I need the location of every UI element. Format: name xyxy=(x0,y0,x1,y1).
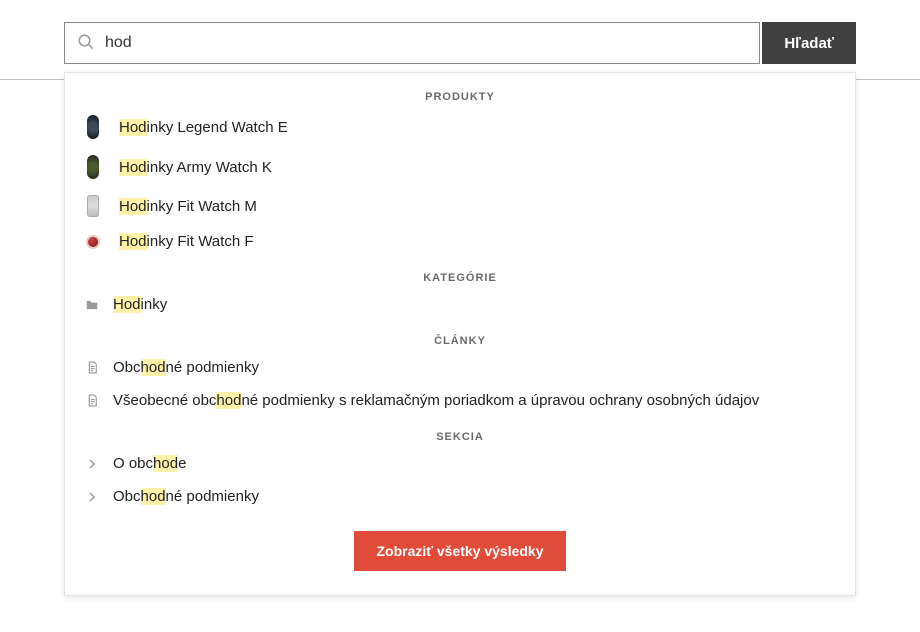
watch-icon xyxy=(81,115,105,139)
article-label: Všeobecné obchodné podmienky s reklamačn… xyxy=(113,392,759,409)
search-input[interactable] xyxy=(95,23,747,63)
product-label: Hodinky Legend Watch E xyxy=(119,119,288,136)
product-result[interactable]: Hodinky Legend Watch E xyxy=(81,107,839,147)
product-result[interactable]: Hodinky Fit Watch M xyxy=(81,187,839,225)
section-label: O obchode xyxy=(113,455,186,472)
product-label: Hodinky Fit Watch F xyxy=(119,233,254,250)
document-icon xyxy=(81,393,103,408)
show-all-results-button[interactable]: Zobraziť všetky výsledky xyxy=(354,531,565,571)
chevron-right-icon xyxy=(81,459,103,469)
watch-icon xyxy=(81,235,105,249)
section-title-categories: KATEGÓRIE xyxy=(81,272,839,284)
watch-icon xyxy=(81,195,105,217)
product-label: Hodinky Army Watch K xyxy=(119,159,272,176)
section-title-section: SEKCIA xyxy=(81,431,839,443)
document-icon xyxy=(81,360,103,375)
search-icon xyxy=(77,33,95,54)
search-button[interactable]: Hľadať xyxy=(762,22,856,64)
section-title-articles: ČLÁNKY xyxy=(81,335,839,347)
section-title-products: PRODUKTY xyxy=(81,91,839,103)
watch-icon xyxy=(81,155,105,179)
section-result[interactable]: O obchode xyxy=(81,447,839,480)
section-result[interactable]: Obchodné podmienky xyxy=(81,480,839,513)
product-label: Hodinky Fit Watch M xyxy=(119,198,257,215)
product-result[interactable]: Hodinky Army Watch K xyxy=(81,147,839,187)
article-result[interactable]: Všeobecné obchodné podmienky s reklamačn… xyxy=(81,384,839,417)
search-bar: Hľadať xyxy=(64,22,856,64)
product-result[interactable]: Hodinky Fit Watch F xyxy=(81,225,839,258)
article-result[interactable]: Obchodné podmienky xyxy=(81,351,839,384)
category-label: Hodinky xyxy=(113,296,167,313)
section-label: Obchodné podmienky xyxy=(113,488,259,505)
category-result[interactable]: Hodinky xyxy=(81,288,839,321)
article-label: Obchodné podmienky xyxy=(113,359,259,376)
chevron-right-icon xyxy=(81,492,103,502)
autocomplete-dropdown: PRODUKTY Hodinky Legend Watch E Hodinky … xyxy=(64,72,856,596)
search-input-wrap[interactable] xyxy=(64,22,760,64)
folder-icon xyxy=(81,298,103,312)
